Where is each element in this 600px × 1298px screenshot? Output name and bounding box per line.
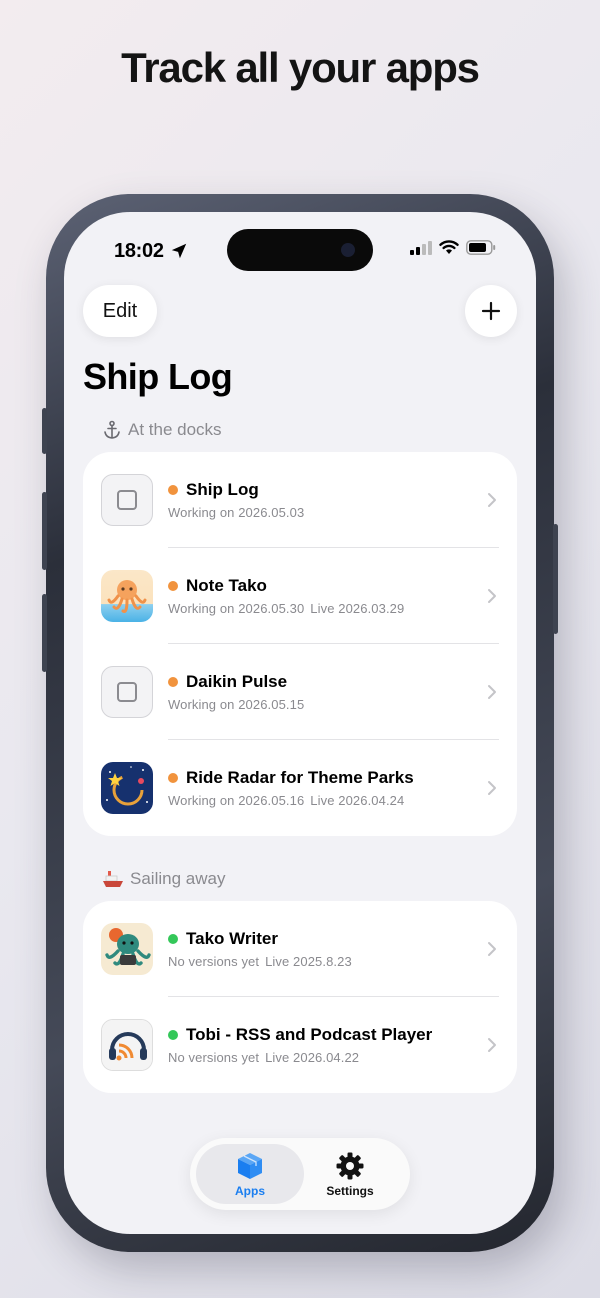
edit-button[interactable]: Edit [83,285,157,337]
app-versions: Working on 2026.05.16 Live 2026.04.24 [168,793,404,808]
status-indicators [410,240,496,255]
live-version: Live 2026.04.24 [310,793,405,808]
chevron-right-icon [488,589,496,603]
chevron-right-icon [488,781,496,795]
app-versions: Working on 2026.05.30 Live 2026.03.29 [168,601,404,616]
status-dot [168,485,178,495]
volume-up-button [42,492,47,570]
app-name: Daikin Pulse [186,672,288,691]
note-tako-app-icon [101,570,153,622]
app-placeholder-icon [101,474,153,526]
section-card-docks: Ship Log Working on 2026.05.03 Note Tako… [83,452,517,836]
wifi-icon [439,240,459,254]
working-version: Working on 2026.05.16 [168,793,305,808]
status-dot [168,773,178,783]
section-title: At the docks [128,420,222,439]
power-button [553,524,558,634]
volume-down-button [42,594,47,672]
battery-icon [466,240,496,255]
section-title: Sailing away [130,869,226,888]
tab-apps[interactable]: Apps [196,1144,304,1204]
list-item[interactable]: Daikin Pulse Working on 2026.05.15 [83,644,517,740]
dynamic-island [227,229,373,271]
signal-icon [410,240,432,255]
app-versions: No versions yet Live 2025.8.23 [168,954,352,969]
app-name: Ride Radar for Theme Parks [186,768,414,787]
tab-label: Settings [326,1183,374,1198]
chevron-right-icon [488,1038,496,1052]
app-versions: Working on 2026.05.15 [168,697,304,712]
tako-writer-app-icon [101,923,153,975]
status-dot [168,934,178,944]
live-version: Live 2025.8.23 [265,954,352,969]
working-version: No versions yet [168,1050,260,1065]
gear-icon [336,1152,364,1179]
plus-icon [481,301,501,321]
ship-icon [103,871,123,887]
list-item[interactable]: Tako Writer No versions yet Live 2025.8.2… [83,901,517,997]
tab-label: Apps [235,1183,265,1198]
add-app-button[interactable] [465,285,517,337]
live-version: Live 2026.04.22 [265,1050,360,1065]
chevron-right-icon [488,493,496,507]
tab-settings[interactable]: Settings [296,1144,404,1204]
working-version: Working on 2026.05.15 [168,697,305,712]
status-dot [168,1030,178,1040]
status-time: 18:02 [114,240,164,262]
anchor-icon [104,420,120,439]
tobi-app-icon [101,1019,153,1071]
app-placeholder-icon [101,666,153,718]
app-name: Tobi - RSS and Podcast Player [186,1025,433,1044]
location-arrow-icon [171,243,187,259]
status-dot [168,677,178,687]
app-name: Note Tako [186,576,267,595]
section-card-sailing: Tako Writer No versions yet Live 2025.8.2… [83,901,517,1093]
app-versions: No versions yet Live 2026.04.22 [168,1050,359,1065]
tab-bar: Apps Settings [190,1138,410,1210]
working-version: Working on 2026.05.30 [168,601,305,616]
list-item[interactable]: Ride Radar for Theme Parks Working on 20… [83,740,517,836]
chevron-right-icon [488,942,496,956]
headline: Track all your apps [121,44,480,91]
page-title: Ship Log [83,356,233,397]
app-name: Ship Log [186,480,259,499]
box-icon [238,1152,262,1179]
app-name: Tako Writer [186,929,278,948]
chevron-right-icon [488,685,496,699]
ride-radar-app-icon [101,762,153,814]
list-item[interactable]: Ship Log Working on 2026.05.03 [83,452,517,548]
status-dot [168,581,178,591]
live-version: Live 2026.03.29 [310,601,405,616]
working-version: No versions yet [168,954,260,969]
camera-icon [341,243,355,257]
section-header-sailing: Sailing away [102,869,225,889]
list-item[interactable]: Note Tako Working on 2026.05.30 Live 2026… [83,548,517,644]
list-item[interactable]: Tobi - RSS and Podcast Player No version… [83,997,517,1093]
working-version: Working on 2026.05.03 [168,505,305,520]
phone-screen: 18:02 Edit Ship Log At the docks Ship Lo… [64,212,536,1234]
action-button [42,408,47,454]
app-versions: Working on 2026.05.03 [168,505,304,520]
section-header-docks: At the docks [102,420,222,440]
